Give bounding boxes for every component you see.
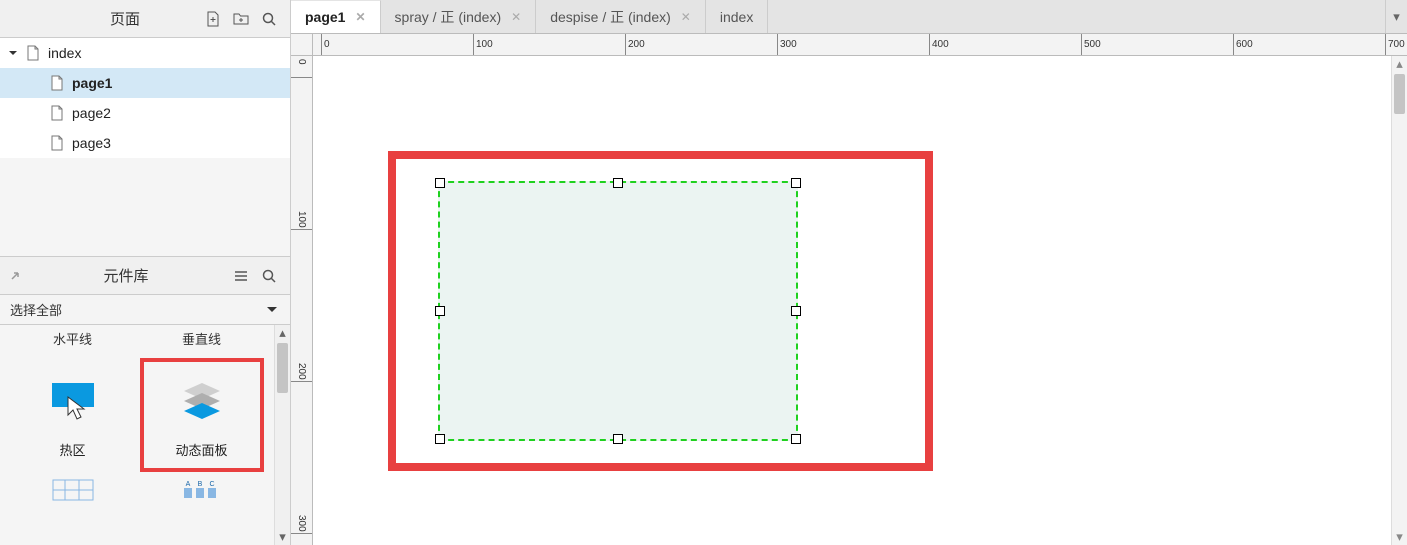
svg-text:C: C <box>209 481 214 488</box>
tree-root-label: index <box>48 45 81 61</box>
tab-label: despise / 正 (index) <box>550 7 671 27</box>
library-selector-dropdown[interactable]: 选择全部 <box>0 295 290 325</box>
library-body: 水平线 垂直线 热区 <box>0 325 290 545</box>
page-icon <box>48 134 66 152</box>
tab-index[interactable]: index <box>706 0 768 33</box>
library-item-partial[interactable] <box>51 478 95 502</box>
ruler-tick: 100 <box>473 34 493 55</box>
tab-bar: page1 ✕ spray / 正 (index) ✕ despise / 正 … <box>291 0 1407 34</box>
tab-page1[interactable]: page1 ✕ <box>291 0 381 33</box>
ruler-tick: 500 <box>1081 34 1101 55</box>
search-icon[interactable] <box>258 265 280 287</box>
tab-label: spray / 正 (index) <box>395 7 502 27</box>
pages-tree: index page1 page2 <box>0 38 290 158</box>
ruler-tick: 200 <box>291 368 312 382</box>
tree-root-row[interactable]: index <box>0 38 290 68</box>
library-item-caption: 动态面板 <box>175 440 227 459</box>
scrollbar-track[interactable] <box>275 341 290 529</box>
library-panel-title: 元件库 <box>28 265 224 286</box>
library-partial-row: ABC <box>8 470 266 502</box>
close-icon[interactable]: ✕ <box>355 10 365 24</box>
ruler-corner <box>291 34 313 56</box>
close-icon[interactable]: ✕ <box>511 10 521 24</box>
resize-handle-bl[interactable] <box>435 434 445 444</box>
scroll-down-icon[interactable]: ▾ <box>1392 529 1407 545</box>
tree-child-row[interactable]: page3 <box>0 128 290 158</box>
page-icon <box>48 104 66 122</box>
page-icon <box>48 74 66 92</box>
resize-handle-tc[interactable] <box>613 178 623 188</box>
resize-handle-mr[interactable] <box>791 306 801 316</box>
tree-child-label: page3 <box>72 135 111 151</box>
library-item-partial[interactable]: ABC <box>180 478 224 502</box>
tree-child-row[interactable]: page1 <box>0 68 290 98</box>
library-panel: 元件库 选择全部 水平线 垂直线 <box>0 256 290 545</box>
resize-handle-bc[interactable] <box>613 434 623 444</box>
ruler-tick: 300 <box>777 34 797 55</box>
library-items: 水平线 垂直线 热区 <box>0 325 274 545</box>
add-page-icon[interactable] <box>202 8 224 30</box>
lib-label-vline: 垂直线 <box>142 329 262 348</box>
horizontal-ruler[interactable]: 0 100 200 300 400 500 600 700 <box>313 34 1407 56</box>
selected-widget[interactable] <box>438 181 798 441</box>
library-scrollbar[interactable]: ▴ ▾ <box>274 325 290 545</box>
ruler-tick: 600 <box>1233 34 1253 55</box>
page-icon <box>24 44 42 62</box>
library-item-dynamic-panel[interactable]: 动态面板 <box>142 360 262 470</box>
scrollbar-thumb[interactable] <box>277 343 288 393</box>
ruler-tick: 100 <box>291 216 312 230</box>
tree-collapse-icon[interactable] <box>6 46 20 60</box>
tab-overflow-button[interactable]: ▾ <box>1385 0 1407 33</box>
ruler-tick: 0 <box>321 34 330 55</box>
close-icon[interactable]: ✕ <box>681 10 691 24</box>
resize-handle-ml[interactable] <box>435 306 445 316</box>
library-label-row: 水平线 垂直线 <box>8 325 266 358</box>
tab-label: index <box>720 9 753 25</box>
tree-child-label: page1 <box>72 75 112 91</box>
popout-icon[interactable] <box>10 267 28 285</box>
pages-panel-header: 页面 <box>0 0 290 38</box>
svg-text:B: B <box>197 481 202 488</box>
svg-text:A: A <box>185 481 190 488</box>
hotspot-icon <box>28 366 118 436</box>
resize-handle-tr[interactable] <box>791 178 801 188</box>
tree-child-label: page2 <box>72 105 111 121</box>
canvas[interactable] <box>313 56 1407 545</box>
main-area: page1 ✕ spray / 正 (index) ✕ despise / 正 … <box>291 0 1407 545</box>
library-item-hotspot[interactable]: 热区 <box>13 360 133 470</box>
sidebar: 页面 <box>0 0 291 545</box>
ruler-tick: 400 <box>929 34 949 55</box>
scroll-up-icon[interactable]: ▴ <box>1392 56 1407 72</box>
tab-despise[interactable]: despise / 正 (index) ✕ <box>536 0 706 33</box>
scrollbar-thumb[interactable] <box>1394 74 1405 114</box>
dynamic-panel-icon <box>157 366 247 436</box>
tab-label: page1 <box>305 9 345 25</box>
search-icon[interactable] <box>258 8 280 30</box>
library-panel-header: 元件库 <box>0 257 290 295</box>
library-item-caption: 热区 <box>59 440 85 459</box>
ruler-tick: 300 <box>291 520 312 534</box>
canvas-vertical-scrollbar[interactable]: ▴ ▾ <box>1391 56 1407 545</box>
ruler-tick: 0 <box>291 64 312 78</box>
ruler-tick: 700 <box>1385 34 1405 55</box>
ruler-tick: 200 <box>625 34 645 55</box>
lib-label-hline: 水平线 <box>13 329 133 348</box>
add-folder-icon[interactable] <box>230 8 252 30</box>
resize-handle-tl[interactable] <box>435 178 445 188</box>
scroll-down-icon[interactable]: ▾ <box>275 529 290 545</box>
pages-panel: 页面 <box>0 0 290 158</box>
tab-spray[interactable]: spray / 正 (index) ✕ <box>381 0 537 33</box>
menu-icon[interactable] <box>230 265 252 287</box>
chevron-down-icon <box>266 302 278 317</box>
scroll-up-icon[interactable]: ▴ <box>275 325 290 341</box>
tree-child-row[interactable]: page2 <box>0 98 290 128</box>
vertical-ruler[interactable]: 0 100 200 300 <box>291 56 313 545</box>
pages-panel-title: 页面 <box>110 8 140 29</box>
ruler-area: 0 100 200 300 400 500 600 700 0 100 200 300 ▴ <box>291 34 1407 545</box>
app-root: 页面 <box>0 0 1407 545</box>
library-selector-label: 选择全部 <box>10 300 62 319</box>
resize-handle-br[interactable] <box>791 434 801 444</box>
